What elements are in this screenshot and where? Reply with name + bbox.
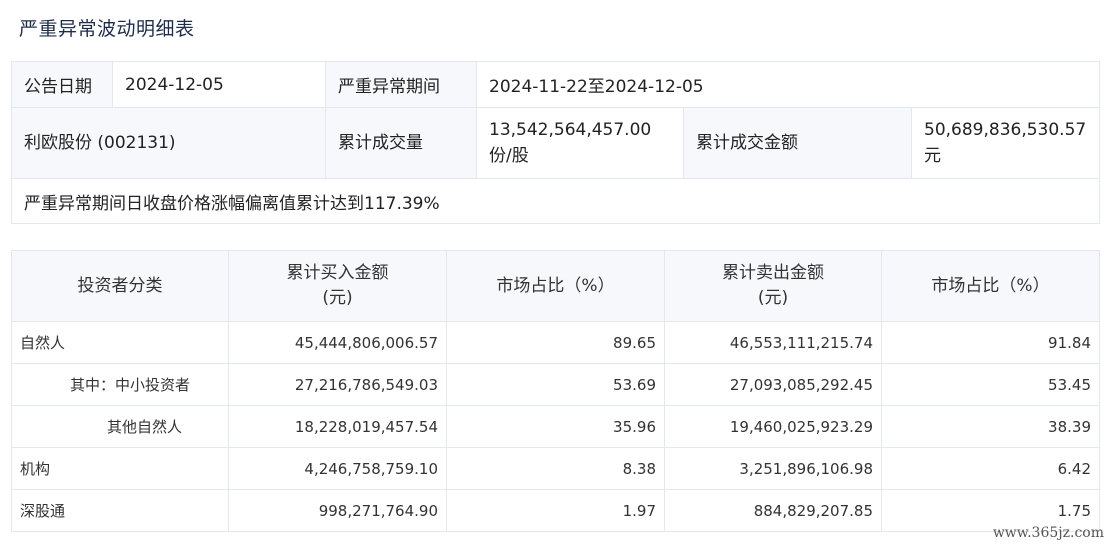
row-buy-pct: 53.69 — [446, 363, 665, 406]
row-category: 其中：中小投资者 — [11, 363, 229, 406]
row-sell: 27,093,085,292.45 — [664, 363, 882, 406]
table-row: 机构 4,246,758,759.10 8.38 3,251,896,106.9… — [11, 447, 1100, 490]
announce-date-label: 公告日期 — [11, 61, 113, 108]
table-row: 其他自然人 18,228,019,457.54 35.96 19,460,025… — [11, 405, 1100, 448]
row-buy: 4,246,758,759.10 — [228, 447, 447, 490]
header-sell-amount-text: 累计卖出金额 (元) — [722, 263, 824, 308]
row-category: 其他自然人 — [11, 405, 229, 448]
stock-name: 利欧股份 (002131) — [11, 107, 326, 179]
row-sell-pct: 53.45 — [881, 363, 1100, 406]
row-sell: 884,829,207.85 — [664, 489, 882, 532]
announce-date-value: 2024-12-05 — [112, 61, 326, 108]
row-buy-pct: 35.96 — [446, 405, 665, 448]
row-buy: 18,228,019,457.54 — [228, 405, 447, 448]
row-sell-pct: 91.84 — [881, 321, 1100, 364]
volume-label: 累计成交量 — [325, 107, 477, 179]
row-category: 自然人 — [11, 321, 229, 364]
period-label: 严重异常期间 — [325, 61, 477, 108]
table-row: 其中：中小投资者 27,216,786,549.03 53.69 27,093,… — [11, 363, 1100, 406]
row-buy: 998,271,764.90 — [228, 489, 447, 532]
row-sell-pct: 38.39 — [881, 405, 1100, 448]
table-row: 自然人 45,444,806,006.57 89.65 46,553,111,2… — [11, 321, 1100, 364]
row-category: 深股通 — [11, 489, 229, 532]
row-buy-pct: 8.38 — [446, 447, 665, 490]
header-category: 投资者分类 — [11, 250, 229, 322]
deviation-note: 严重异常期间日收盘价格涨幅偏离值累计达到117.39% — [10, 178, 1101, 224]
row-sell: 19,460,025,923.29 — [664, 405, 882, 448]
amount-label: 累计成交金额 — [683, 107, 912, 179]
row-buy-pct: 89.65 — [446, 321, 665, 364]
period-value: 2024-11-22至2024-12-05 — [475, 61, 1101, 108]
row-sell: 46,553,111,215.74 — [664, 321, 882, 364]
header-buy-share: 市场占比（%） — [446, 250, 665, 322]
row-sell-pct: 6.42 — [881, 447, 1100, 490]
header-buy-amount: 累计买入金额 (元) — [228, 250, 447, 322]
row-category: 机构 — [11, 447, 229, 490]
row-buy: 45,444,806,006.57 — [228, 321, 447, 364]
page-title: 严重异常波动明细表 — [19, 18, 195, 40]
table-row: 深股通 998,271,764.90 1.97 884,829,207.85 1… — [11, 489, 1100, 532]
watermark: www.365jz.com — [992, 525, 1104, 541]
header-sell-share: 市场占比（%） — [881, 250, 1100, 322]
amount-value: 50,689,836,530.57 元 — [910, 107, 1101, 179]
row-buy-pct: 1.97 — [446, 489, 665, 532]
volume-value: 13,542,564,457.00 份/股 — [476, 107, 684, 179]
header-sell-amount: 累计卖出金额 (元) — [664, 250, 882, 322]
header-buy-amount-text: 累计买入金额 (元) — [286, 263, 389, 308]
summary-table: 公告日期 2024-12-05 严重异常期间 2024-11-22至2024-1… — [10, 61, 1101, 224]
investor-detail-table: 投资者分类 累计买入金额 (元) 市场占比（%） 累计卖出金额 (元) 市场占比… — [11, 250, 1100, 532]
row-buy: 27,216,786,549.03 — [228, 363, 447, 406]
row-sell: 3,251,896,106.98 — [664, 447, 882, 490]
